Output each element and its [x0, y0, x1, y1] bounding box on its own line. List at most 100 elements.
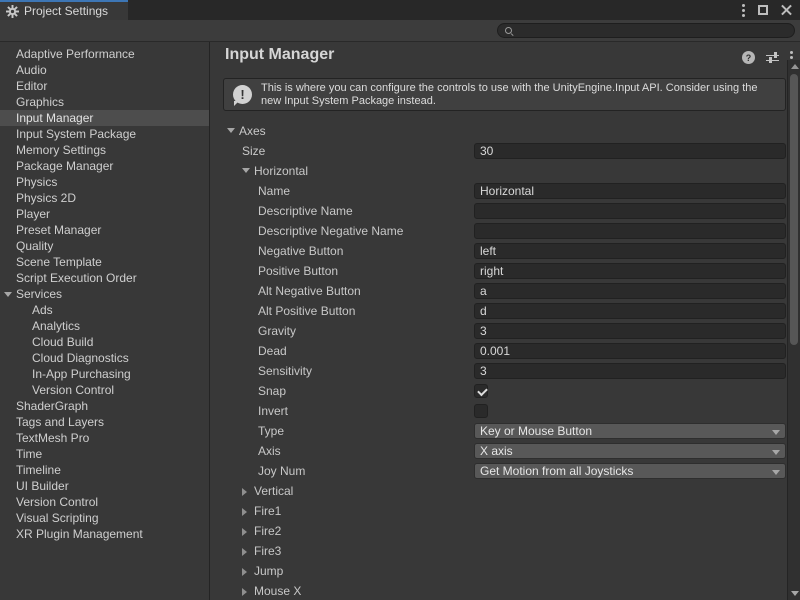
sidebar-item[interactable]: Input Manager	[0, 110, 209, 126]
foldout-closed-icon[interactable]	[242, 488, 247, 496]
sidebar-item[interactable]: Memory Settings	[0, 142, 209, 158]
maximize-icon[interactable]	[758, 5, 768, 15]
sidebar-item[interactable]: Cloud Diagnostics	[0, 350, 209, 366]
sidebar-item-label: Quality	[16, 239, 53, 253]
sidebar-item-label: Adaptive Performance	[16, 47, 135, 61]
sidebar-item-label: TextMesh Pro	[16, 431, 89, 445]
sidebar-item[interactable]: Ads	[0, 302, 209, 318]
property-label: Jump	[254, 564, 283, 578]
property-label: Positive Button	[258, 264, 338, 278]
help-icon[interactable]: ?	[742, 51, 755, 64]
foldout-open-icon[interactable]	[4, 292, 12, 297]
sidebar-item[interactable]: Input System Package	[0, 126, 209, 142]
foldout-open-icon[interactable]	[227, 128, 235, 133]
property-label: Snap	[258, 384, 286, 398]
sidebar-item[interactable]: Adaptive Performance	[0, 46, 209, 62]
sidebar-item-label: ShaderGraph	[16, 399, 88, 413]
scrollbar-thumb[interactable]	[790, 74, 798, 345]
sidebar-item[interactable]: Version Control	[0, 494, 209, 510]
text-field[interactable]	[474, 203, 786, 219]
sidebar-item[interactable]: Timeline	[0, 462, 209, 478]
property-row: Horizontal	[211, 161, 800, 181]
sidebar-item[interactable]: XR Plugin Management	[0, 526, 209, 542]
sidebar-item[interactable]: UI Builder	[0, 478, 209, 494]
sidebar-item[interactable]: In-App Purchasing	[0, 366, 209, 382]
property-row: Sensitivity 3	[211, 361, 800, 381]
property-label: Dead	[258, 344, 287, 358]
sidebar-item-label: In-App Purchasing	[32, 367, 131, 381]
text-field[interactable]	[474, 143, 786, 159]
toolbar	[0, 20, 800, 42]
foldout-closed-icon[interactable]	[242, 588, 247, 596]
tab-project-settings[interactable]: Project Settings	[0, 0, 128, 20]
sidebar-item[interactable]: Version Control	[0, 382, 209, 398]
sidebar-item[interactable]: Player	[0, 206, 209, 222]
sidebar-item[interactable]: Analytics	[0, 318, 209, 334]
sidebar-item-label: Editor	[16, 79, 47, 93]
property-row: Descriptive Negative Name	[211, 221, 800, 241]
sidebar-item[interactable]: Script Execution Order	[0, 270, 209, 286]
search-icon	[504, 26, 514, 36]
foldout-open-icon[interactable]	[242, 168, 250, 173]
foldout-closed-icon[interactable]	[242, 548, 247, 556]
sidebar-item[interactable]: Quality	[0, 238, 209, 254]
window-menu-icon[interactable]	[742, 4, 745, 17]
scroll-down-icon[interactable]	[791, 591, 799, 596]
property-label: Alt Negative Button	[258, 284, 361, 298]
text-field[interactable]	[474, 223, 786, 239]
property-label: Negative Button	[258, 244, 343, 258]
property-row: Fire1	[211, 501, 800, 521]
sidebar-item[interactable]: Editor	[0, 78, 209, 94]
sidebar-item[interactable]: Visual Scripting	[0, 510, 209, 526]
sidebar-item-label: Version Control	[32, 383, 114, 397]
dropdown[interactable]: X axis	[474, 443, 786, 459]
sidebar-item[interactable]: Services	[0, 286, 209, 302]
text-field[interactable]	[474, 303, 786, 319]
property-label: Descriptive Negative Name	[258, 224, 403, 238]
sidebar-item[interactable]: ShaderGraph	[0, 398, 209, 414]
chevron-down-icon	[772, 430, 780, 435]
tab-title: Project Settings	[24, 4, 108, 18]
property-row: Name Horizontal	[211, 181, 800, 201]
text-field[interactable]	[474, 283, 786, 299]
page-title: Input Manager	[225, 46, 334, 64]
sidebar-item-label: Script Execution Order	[16, 271, 137, 285]
sidebar-item[interactable]: Package Manager	[0, 158, 209, 174]
sidebar-item[interactable]: Tags and Layers	[0, 414, 209, 430]
sidebar-item-label: Ads	[32, 303, 53, 317]
checkbox[interactable]	[474, 404, 488, 418]
sidebar-item[interactable]: Scene Template	[0, 254, 209, 270]
sidebar-item-label: Services	[16, 287, 62, 301]
search-box[interactable]	[497, 23, 795, 38]
foldout-closed-icon[interactable]	[242, 508, 247, 516]
property-row: Gravity 3	[211, 321, 800, 341]
property-row: Joy Num Get Motion from all Joysticks	[211, 461, 800, 481]
text-field[interactable]	[474, 363, 786, 379]
vertical-scrollbar[interactable]	[787, 60, 800, 600]
dropdown[interactable]: Key or Mouse Button	[474, 423, 786, 439]
text-field[interactable]	[474, 243, 786, 259]
sidebar-item[interactable]: Physics 2D	[0, 190, 209, 206]
info-icon: !	[233, 85, 252, 104]
foldout-closed-icon[interactable]	[242, 568, 247, 576]
foldout-closed-icon[interactable]	[242, 528, 247, 536]
sidebar-item[interactable]: TextMesh Pro	[0, 430, 209, 446]
text-field[interactable]	[474, 323, 786, 339]
dropdown[interactable]: Get Motion from all Joysticks	[474, 463, 786, 479]
text-field[interactable]	[474, 263, 786, 279]
content-area: Adaptive Performance Audio Editor Graphi…	[0, 42, 800, 600]
sidebar-item[interactable]: Time	[0, 446, 209, 462]
text-field[interactable]	[474, 343, 786, 359]
presets-icon[interactable]	[766, 52, 779, 64]
search-input[interactable]	[518, 24, 794, 37]
scroll-up-icon[interactable]	[791, 64, 799, 69]
sidebar-item[interactable]: Cloud Build	[0, 334, 209, 350]
sidebar-item[interactable]: Physics	[0, 174, 209, 190]
sidebar-item[interactable]: Graphics	[0, 94, 209, 110]
close-icon[interactable]	[781, 5, 792, 16]
checkbox[interactable]	[474, 384, 488, 398]
text-field[interactable]	[474, 183, 786, 199]
property-label: Fire3	[254, 544, 281, 558]
sidebar-item[interactable]: Preset Manager	[0, 222, 209, 238]
sidebar-item[interactable]: Audio	[0, 62, 209, 78]
